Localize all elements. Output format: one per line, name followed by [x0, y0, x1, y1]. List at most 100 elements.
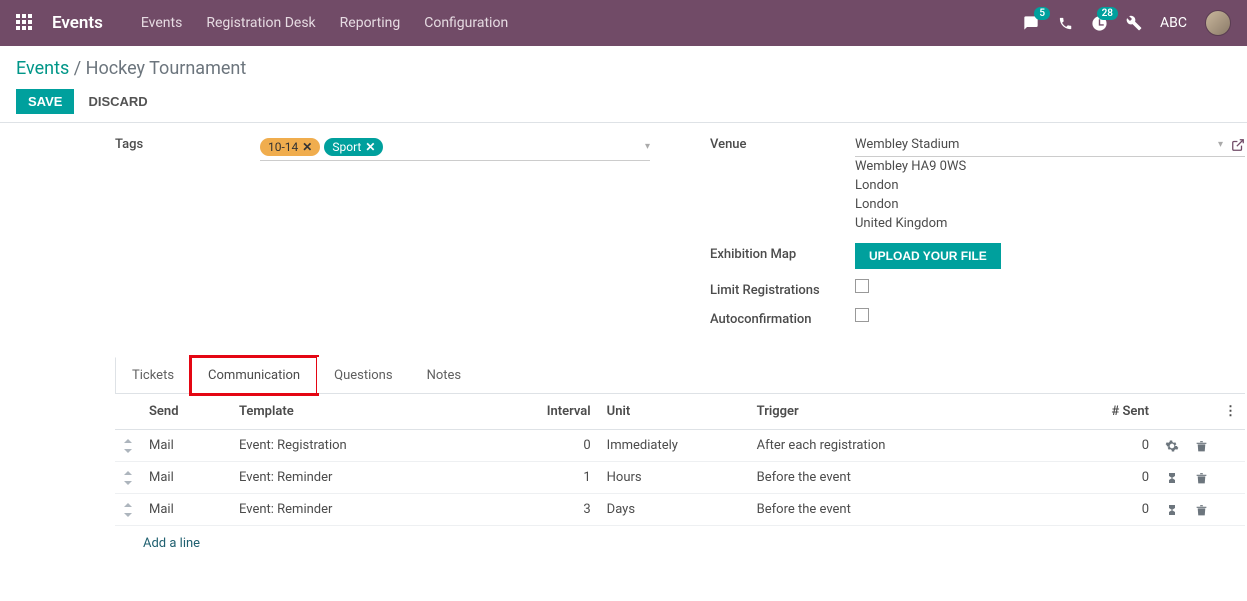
breadcrumb-sep: / [69, 58, 85, 79]
brand-title[interactable]: Events [52, 13, 103, 33]
cell-trigger: Before the event [749, 494, 1097, 526]
delete-row-icon[interactable] [1187, 430, 1216, 462]
activities-icon[interactable]: 28 [1091, 15, 1108, 32]
apps-icon[interactable] [16, 14, 34, 32]
cell-sent: 0 [1097, 430, 1157, 462]
user-name[interactable]: ABC [1160, 15, 1187, 31]
row-status-icon[interactable] [1157, 494, 1187, 526]
tag-10-14[interactable]: 10-14 ✕ [260, 138, 320, 156]
cell-template: Event: Reminder [231, 494, 529, 526]
venue-address-line: United Kingdom [855, 214, 1245, 233]
row-status-icon[interactable] [1157, 430, 1187, 462]
venue-address-line: London [855, 195, 1245, 214]
nav-link-configuration[interactable]: Configuration [424, 15, 508, 31]
communication-table: Send Template Interval Unit Trigger # Se… [115, 394, 1245, 526]
row-spacer [1216, 430, 1245, 462]
debug-icon[interactable] [1126, 15, 1142, 31]
venue-dropdown-caret-icon[interactable]: ▾ [1218, 139, 1223, 150]
tags-field: Tags 10-14 ✕ Sport ✕ ▾ [115, 133, 650, 161]
tag-remove-icon[interactable]: ✕ [365, 140, 375, 154]
delete-row-icon[interactable] [1187, 494, 1216, 526]
breadcrumb: Events / Hockey Tournament [16, 58, 1231, 79]
drag-handle-icon[interactable] [115, 430, 141, 462]
limit-registrations-label: Limit Registrations [710, 279, 855, 298]
messages-badge: 5 [1034, 7, 1050, 20]
col-handle [115, 394, 141, 430]
limit-registrations-checkbox[interactable] [855, 279, 869, 293]
row-status-icon[interactable] [1157, 462, 1187, 494]
tab-questions[interactable]: Questions [317, 357, 409, 393]
phone-icon[interactable] [1058, 15, 1073, 30]
cell-send: Mail [141, 430, 231, 462]
col-status-icon [1157, 394, 1187, 430]
top-navbar: Events Events Registration Desk Reportin… [0, 0, 1247, 46]
avatar[interactable] [1205, 10, 1231, 36]
col-sent: # Sent [1097, 394, 1157, 430]
venue-label: Venue [710, 133, 855, 152]
col-trigger: Trigger [749, 394, 1097, 430]
messages-icon[interactable]: 5 [1022, 15, 1040, 31]
discard-button[interactable]: DISCARD [88, 94, 147, 109]
form-sheet: Tags 10-14 ✕ Sport ✕ ▾ Venue Wembley Sta… [115, 123, 1245, 601]
navbar-left: Events Events Registration Desk Reportin… [16, 13, 508, 33]
autoconfirmation-label: Autoconfirmation [710, 308, 855, 327]
save-button[interactable]: SAVE [16, 89, 74, 114]
tag-sport[interactable]: Sport ✕ [324, 138, 383, 156]
venue-address-line: Wembley HA9 0WS [855, 157, 1245, 176]
upload-file-button[interactable]: UPLOAD YOUR FILE [855, 243, 1001, 269]
cell-template: Event: Reminder [231, 462, 529, 494]
table-row[interactable]: MailEvent: Registration0ImmediatelyAfter… [115, 430, 1245, 462]
external-link-icon[interactable] [1231, 137, 1245, 152]
venue-field: Venue Wembley Stadium ▾ Wembley HA9 0WS … [710, 133, 1245, 233]
cell-sent: 0 [1097, 462, 1157, 494]
cell-unit: Hours [599, 462, 749, 494]
cell-interval: 0 [529, 430, 599, 462]
cell-send: Mail [141, 494, 231, 526]
tab-notes[interactable]: Notes [410, 357, 479, 393]
form-right-col: Venue Wembley Stadium ▾ Wembley HA9 0WS … [710, 133, 1245, 337]
tag-label: 10-14 [268, 140, 298, 154]
cell-sent: 0 [1097, 494, 1157, 526]
nav-link-reporting[interactable]: Reporting [340, 15, 401, 31]
breadcrumb-root[interactable]: Events [16, 58, 69, 79]
col-send: Send [141, 394, 231, 430]
drag-handle-icon[interactable] [115, 462, 141, 494]
cell-trigger: After each registration [749, 430, 1097, 462]
action-buttons: SAVE DISCARD [16, 89, 1231, 114]
venue-address-line: London [855, 176, 1245, 195]
row-spacer [1216, 462, 1245, 494]
delete-row-icon[interactable] [1187, 462, 1216, 494]
cell-interval: 1 [529, 462, 599, 494]
cell-unit: Immediately [599, 430, 749, 462]
navbar-right: 5 28 ABC [1022, 10, 1231, 36]
tag-remove-icon[interactable]: ✕ [302, 140, 312, 154]
add-line-link[interactable]: Add a line [115, 526, 1245, 561]
venue-input[interactable]: Wembley Stadium ▾ [855, 133, 1245, 157]
tab-tickets[interactable]: Tickets [115, 357, 191, 393]
col-template: Template [231, 394, 529, 430]
nav-link-registration-desk[interactable]: Registration Desk [206, 15, 315, 31]
tags-input[interactable]: 10-14 ✕ Sport ✕ ▾ [260, 133, 650, 161]
breadcrumb-current: Hockey Tournament [86, 58, 247, 79]
tabs: Tickets Communication Questions Notes [115, 357, 1245, 394]
nav-link-events[interactable]: Events [141, 15, 182, 31]
exhibition-map-label: Exhibition Map [710, 243, 855, 262]
autoconfirmation-checkbox[interactable] [855, 308, 869, 322]
cell-unit: Days [599, 494, 749, 526]
cell-interval: 3 [529, 494, 599, 526]
exhibition-map-field: Exhibition Map UPLOAD YOUR FILE [710, 243, 1245, 269]
tags-dropdown-caret-icon[interactable]: ▾ [645, 141, 650, 152]
cell-send: Mail [141, 462, 231, 494]
tab-communication[interactable]: Communication [191, 357, 317, 394]
table-row[interactable]: MailEvent: Reminder1HoursBefore the even… [115, 462, 1245, 494]
autoconfirmation-field: Autoconfirmation [710, 308, 1245, 327]
venue-value: Wembley Stadium ▾ Wembley HA9 0WS London… [855, 133, 1245, 233]
cell-trigger: Before the event [749, 462, 1097, 494]
drag-handle-icon[interactable] [115, 494, 141, 526]
table-row[interactable]: MailEvent: Reminder3DaysBefore the event… [115, 494, 1245, 526]
col-interval: Interval [529, 394, 599, 430]
tag-label: Sport [332, 140, 361, 154]
col-delete [1187, 394, 1216, 430]
form-columns: Tags 10-14 ✕ Sport ✕ ▾ Venue Wembley Sta… [115, 133, 1245, 337]
table-options-icon[interactable]: ⋮ [1216, 394, 1245, 430]
